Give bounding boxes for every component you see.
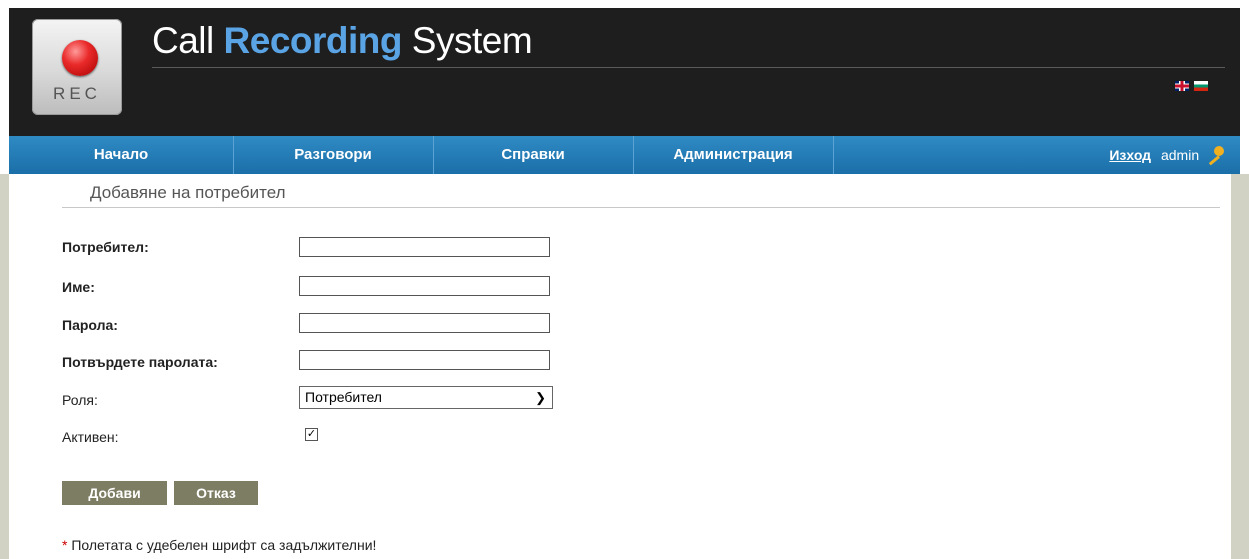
- checkmark-icon: ✓: [306, 428, 317, 440]
- title-part2: System: [411, 20, 533, 61]
- logout-link[interactable]: Изход: [1109, 147, 1151, 163]
- key-icon: [1206, 146, 1224, 166]
- role-label: Роля:: [62, 392, 98, 408]
- password-input[interactable]: [299, 313, 550, 333]
- title-accent: Recording: [223, 20, 403, 61]
- confirm-password-label: Потвърдете паролата:: [62, 354, 218, 370]
- bg-flag-icon[interactable]: [1194, 81, 1209, 91]
- uk-flag-icon[interactable]: [1175, 81, 1189, 91]
- user-area: Изход admin: [1109, 136, 1224, 174]
- right-side-band: [1231, 174, 1249, 559]
- name-input[interactable]: [299, 276, 550, 296]
- page-title: Добавяне на потребител: [90, 183, 286, 202]
- username-input[interactable]: [299, 237, 550, 257]
- active-label: Активен:: [62, 429, 119, 445]
- add-button[interactable]: Добави: [62, 481, 167, 505]
- cancel-button[interactable]: Отказ: [174, 481, 258, 505]
- nav-item-home[interactable]: Начало: [9, 136, 234, 174]
- title-underline: [62, 207, 1220, 208]
- username-label: admin: [1160, 147, 1200, 163]
- confirm-password-input[interactable]: [299, 350, 550, 370]
- record-dot-icon: [62, 40, 98, 76]
- left-side-band: [0, 174, 9, 559]
- role-selected-value: Потребител: [305, 389, 382, 405]
- logo-text: REC: [53, 84, 101, 103]
- role-select[interactable]: Потребител ❯: [299, 386, 553, 409]
- rec-logo: REC: [32, 19, 122, 115]
- nav-item-administration[interactable]: Администрация: [633, 136, 834, 174]
- password-label: Парола:: [62, 317, 118, 333]
- active-checkbox[interactable]: ✓: [305, 428, 318, 441]
- nav-item-calls[interactable]: Разговори: [233, 136, 434, 174]
- username-label: Потребител:: [62, 239, 149, 255]
- header: REC Call Recording System: [0, 0, 1249, 136]
- required-note: * Полетата с удебелен шрифт са задължите…: [62, 537, 376, 553]
- title-divider: [152, 67, 1225, 68]
- nav-item-reports[interactable]: Справки: [433, 136, 634, 174]
- chevron-down-icon: ❯: [535, 390, 546, 405]
- title-part1: Call: [152, 20, 214, 61]
- app-title: Call Recording System: [152, 20, 533, 62]
- language-switcher: [1174, 81, 1209, 93]
- name-label: Име:: [62, 279, 95, 295]
- required-note-text: Полетата с удебелен шрифт са задължителн…: [67, 537, 377, 553]
- main-nav: Начало Разговори Справки Администрация И…: [9, 136, 1240, 174]
